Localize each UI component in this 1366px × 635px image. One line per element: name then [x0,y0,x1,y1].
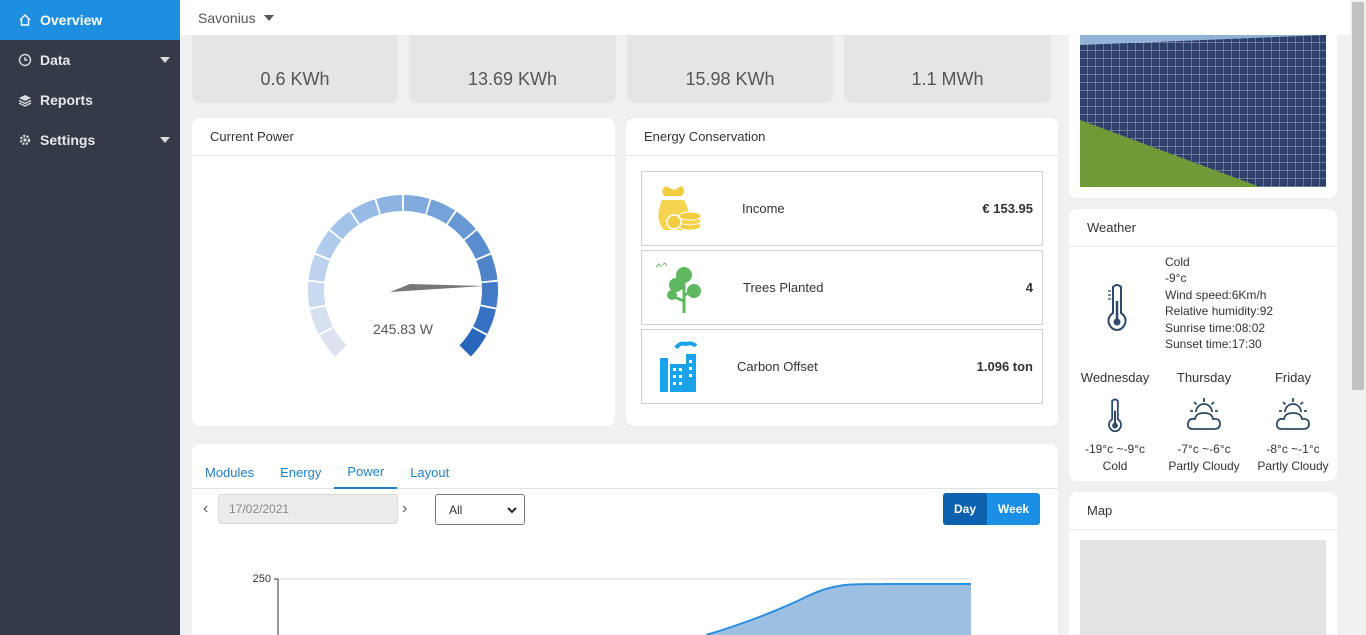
gauge-segment [330,211,359,240]
chevron-down-icon [160,57,170,63]
select-value: All [449,502,463,517]
ec-label: Trees Planted [743,280,824,295]
site-selector[interactable]: Savonius [198,10,256,26]
sidebar: Overview Data Reports Settings [0,0,180,635]
tab-energy[interactable]: Energy [267,455,334,489]
ec-row-income: Income € 153.95 [641,171,1043,246]
stat-tile-3: 15.98 KWh [627,35,833,103]
scrollbar[interactable] [1350,0,1366,635]
thermometer-icon [1107,284,1127,331]
gauge-needle [390,284,484,292]
prev-date-icon[interactable]: ‹ [203,500,208,518]
gauge-segment [315,230,342,260]
weather-sunrise: Sunrise time:08:02 [1165,320,1266,335]
gauge-segment [480,281,499,308]
sidebar-item-label: Reports [40,92,93,108]
forecast-temp: -19°c ~-9°c [1085,442,1145,456]
stat-tile-2: 13.69 KWh [409,35,616,103]
sidebar-item-reports[interactable]: Reports [0,80,180,120]
panel-tabs: Modules Energy Power Layout [192,455,462,489]
forecast-condition: Partly Cloudy [1168,459,1240,473]
next-date-icon[interactable]: › [402,500,407,518]
sidebar-item-settings[interactable]: Settings [0,120,180,160]
sidebar-item-label: Overview [40,12,103,28]
ec-value: 4 [1025,280,1033,295]
stat-tile-1: 0.6 KWh [192,35,398,103]
chart-y-tick-label: 250 [253,573,271,585]
card-title: Weather [1069,209,1337,247]
gauge-segment [403,195,430,215]
card-title: Current Power [192,118,615,156]
gauge-segment [459,327,487,357]
forecast-temp: -7°c ~-6°c [1177,442,1231,456]
gauge-segment [426,199,455,225]
map-view[interactable] [1080,540,1326,635]
gauge-segment [351,199,380,225]
scrollbar-thumb[interactable] [1352,2,1364,390]
gauge-segment [319,327,347,357]
card-title: Map [1069,492,1337,530]
gauge-segment [310,306,334,334]
forecast-temp: -8°c ~-1°c [1266,442,1320,456]
forecast-day-name: Wednesday [1080,370,1150,385]
forecast-condition: Partly Cloudy [1257,459,1329,473]
gauge-segment [308,254,330,282]
weather-temperature: -9°c [1165,271,1187,286]
forecast-condition: Cold [1102,459,1128,473]
ec-value: 1.096 ton [976,359,1033,374]
forecast-day-name: Friday [1274,370,1312,385]
current-weather-details: Cold -9°c Wind speed:6Km/h Relative humi… [1165,254,1273,352]
weather-condition: Cold [1165,255,1190,269]
tab-modules[interactable]: Modules [192,455,267,489]
forecast-day-name: Thursday [1176,370,1232,385]
tab-layout[interactable]: Layout [397,455,462,489]
chevron-down-icon[interactable] [263,14,274,21]
gauge-segment [307,281,326,308]
chevron-down-icon [507,507,517,514]
weather-humidity: Relative humidity:92 [1165,304,1274,319]
week-button[interactable]: Week [987,493,1040,525]
home-icon [18,13,32,27]
sidebar-item-data[interactable]: Data [0,40,180,80]
money-bag-icon [658,186,702,231]
factory-icon [660,341,698,392]
gauge-segment [472,306,496,334]
thermometer-icon [1108,398,1122,432]
tab-power[interactable]: Power [334,455,398,489]
sidebar-item-overview[interactable]: Overview [0,0,180,40]
ec-row-carbon: Carbon Offset 1.096 ton [641,329,1043,404]
gauge-segment [376,195,403,215]
gauge-segment [476,254,498,282]
solar-panel-image [1080,35,1326,187]
ec-label: Carbon Offset [737,359,818,374]
day-button[interactable]: Day [943,493,987,525]
ec-value: € 153.95 [982,201,1033,216]
ec-label: Income [742,201,785,216]
weather-wind: Wind speed:6Km/h [1165,287,1267,302]
ec-row-trees: Trees Planted 4 [641,250,1043,325]
power-chart: 250 [253,573,972,635]
clock-icon [18,53,32,67]
gauge-value: 245.83 W [373,321,433,337]
power-gauge [307,195,499,357]
chevron-down-icon [160,137,170,143]
card-title: Energy Conservation [626,118,1058,156]
sidebar-item-label: Data [40,52,71,68]
weather-sunset: Sunset time:17:30 [1165,337,1262,352]
date-input[interactable]: 17/02/2021 [218,494,398,524]
gauge-segment [447,211,476,240]
gauge-segment [464,230,491,260]
partly-cloudy-icon [1275,398,1310,430]
chart-area [706,584,971,635]
partly-cloudy-icon [1186,398,1221,430]
stat-tile-4: 1.1 MWh [844,35,1051,103]
tree-icon [655,262,701,313]
sidebar-item-label: Settings [40,132,96,148]
module-filter-select[interactable]: All [435,494,525,525]
layers-icon [18,93,32,107]
gear-icon [18,133,32,147]
